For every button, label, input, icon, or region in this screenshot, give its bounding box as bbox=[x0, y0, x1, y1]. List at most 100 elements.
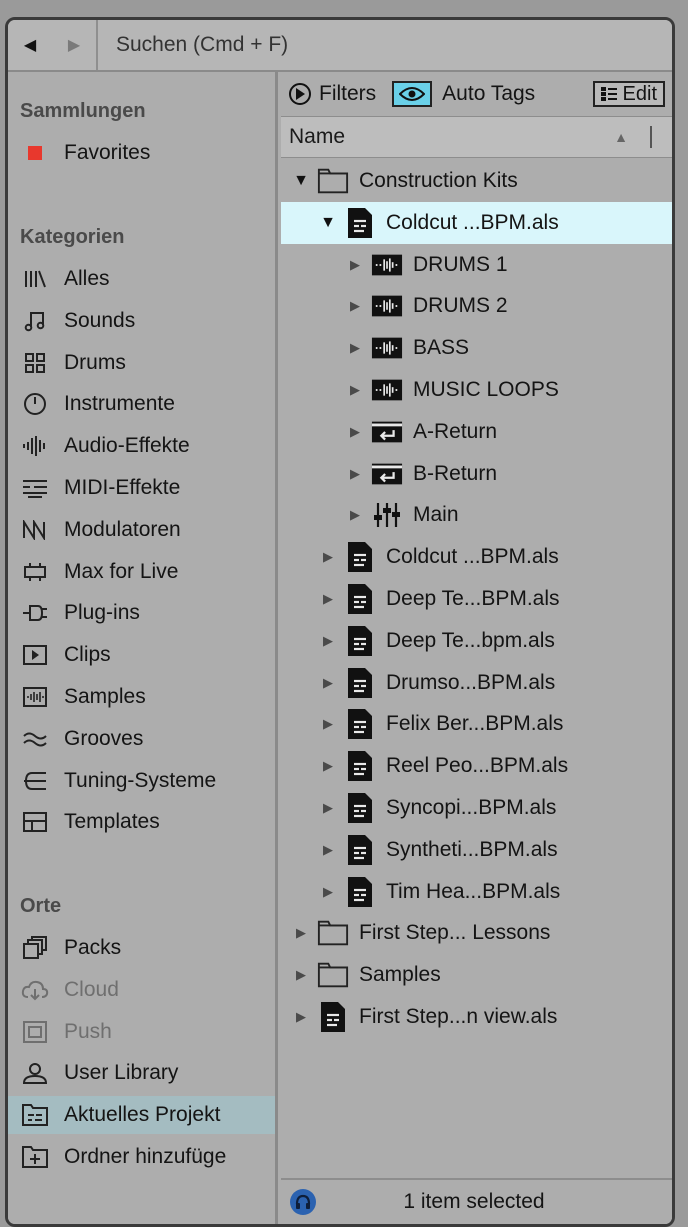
tree-row[interactable]: ▶ Main bbox=[281, 494, 672, 536]
sidebar-item-grooves[interactable]: Grooves bbox=[8, 720, 275, 758]
tree-row-label: Coldcut ...BPM.als bbox=[386, 210, 559, 234]
expand-arrow-icon[interactable]: ▶ bbox=[347, 382, 363, 398]
edit-button[interactable]: Edit bbox=[592, 81, 665, 107]
search-input[interactable]: Suchen (Cmd + F) bbox=[98, 20, 672, 70]
sidebar-item-midi-effekte[interactable]: MIDI-Effekte bbox=[8, 469, 275, 507]
expand-arrow-icon[interactable]: ▶ bbox=[320, 675, 336, 691]
browser-toolbar: Filters Auto Tags Edit bbox=[281, 72, 672, 117]
tree-row[interactable]: ▶ Tim Hea...BPM.als bbox=[281, 871, 672, 913]
tree-row[interactable]: ▶ Deep Te...BPM.als bbox=[281, 578, 672, 620]
tree-row[interactable]: ▶ DRUMS 2 bbox=[281, 285, 672, 327]
tree-row[interactable]: ▶ DRUMS 1 bbox=[281, 244, 672, 286]
sidebar-item-label: Aktuelles Projekt bbox=[64, 1103, 221, 1127]
tree-row[interactable]: ▶ First Step...n view.als bbox=[281, 996, 672, 1038]
tree-row[interactable]: ▶ BASS bbox=[281, 327, 672, 369]
sidebar-item-samples[interactable]: Samples bbox=[8, 678, 275, 716]
expand-arrow-icon[interactable]: ▶ bbox=[347, 507, 363, 523]
sidebar-item-cloud[interactable]: Cloud bbox=[8, 971, 275, 1009]
sidebar-item-modulatoren[interactable]: Modulatoren bbox=[8, 511, 275, 549]
tree-row[interactable]: ▶ MUSIC LOOPS bbox=[281, 369, 672, 411]
filters-button[interactable]: Filters bbox=[289, 82, 376, 106]
expand-arrow-icon[interactable]: ▶ bbox=[320, 884, 336, 900]
sidebar-item-favorites[interactable]: Favorites bbox=[8, 134, 275, 172]
sidebar-item-label: Packs bbox=[64, 936, 122, 959]
tree-row-label: DRUMS 2 bbox=[413, 294, 508, 318]
sidebar-item-ordner-hinzuf-ge[interactable]: Ordner hinzufüge bbox=[8, 1138, 275, 1176]
max-icon bbox=[20, 561, 50, 583]
expand-arrow-icon[interactable]: ▶ bbox=[320, 800, 336, 816]
expand-arrow-icon[interactable]: ▶ bbox=[347, 340, 363, 356]
sidebar-item-plug-ins[interactable]: Plug-ins bbox=[8, 594, 275, 632]
sidebar-item-push[interactable]: Push bbox=[8, 1013, 275, 1051]
column-divider[interactable] bbox=[650, 126, 652, 148]
sidebar-item-templates[interactable]: Templates bbox=[8, 803, 275, 841]
sidebar-item-user-library[interactable]: User Library bbox=[8, 1054, 275, 1092]
tree-row[interactable]: ▶ Drumso...BPM.als bbox=[281, 662, 672, 704]
sidebar-item-sounds[interactable]: Sounds bbox=[8, 302, 275, 340]
cloud-icon bbox=[20, 979, 50, 1001]
column-header[interactable]: Name ▲ bbox=[281, 117, 672, 158]
collapse-arrow-icon[interactable]: ▼ bbox=[320, 214, 336, 232]
sidebar-item-drums[interactable]: Drums bbox=[8, 344, 275, 382]
collapse-arrow-icon[interactable]: ▼ bbox=[293, 172, 309, 190]
expand-arrow-icon[interactable]: ▶ bbox=[320, 842, 336, 858]
waveform-icon bbox=[20, 435, 50, 457]
sidebar-item-clips[interactable]: Clips bbox=[8, 636, 275, 674]
expand-arrow-icon[interactable]: ▶ bbox=[320, 758, 336, 774]
history-nav: ◀ ▶ bbox=[8, 20, 98, 70]
tree-row[interactable]: ▶ First Step... Lessons bbox=[281, 912, 672, 954]
edit-label: Edit bbox=[622, 82, 657, 105]
sidebar-item-label: Alles bbox=[64, 267, 110, 290]
expand-arrow-icon[interactable]: ▶ bbox=[320, 716, 336, 732]
tree-row[interactable]: ▶ Syncopi...BPM.als bbox=[281, 787, 672, 829]
tree-row-label: First Step... Lessons bbox=[359, 921, 551, 945]
project-folder-icon bbox=[20, 1103, 50, 1127]
tree-row[interactable]: ▶ Felix Ber...BPM.als bbox=[281, 703, 672, 745]
forward-icon[interactable]: ▶ bbox=[52, 20, 96, 70]
tree-row[interactable]: ▶ A-Return bbox=[281, 411, 672, 453]
tree-row[interactable]: ▼ Construction Kits bbox=[281, 160, 672, 202]
sidebar-item-instrumente[interactable]: Instrumente bbox=[8, 385, 275, 423]
sidebar-item-tuning-systeme[interactable]: Tuning-Systeme bbox=[8, 762, 275, 800]
expand-arrow-icon[interactable]: ▶ bbox=[320, 549, 336, 565]
expand-arrow-icon[interactable]: ▶ bbox=[347, 466, 363, 482]
audio-track-icon bbox=[371, 251, 403, 279]
sidebar-item-packs[interactable]: Packs bbox=[8, 929, 275, 967]
tree-row[interactable]: ▶ Coldcut ...BPM.als bbox=[281, 536, 672, 578]
tree-row[interactable]: ▶ Reel Peo...BPM.als bbox=[281, 745, 672, 787]
sidebar-item-alles[interactable]: Alles bbox=[8, 260, 275, 298]
sidebar-item-label: Modulatoren bbox=[64, 517, 181, 541]
expand-arrow-icon[interactable]: ▶ bbox=[347, 298, 363, 314]
status-text: 1 item selected bbox=[403, 1190, 545, 1213]
auto-tags-toggle[interactable] bbox=[392, 81, 433, 107]
clip-play-icon bbox=[20, 644, 50, 666]
expand-arrow-icon[interactable]: ▶ bbox=[320, 633, 336, 649]
tree-row-label: Construction Kits bbox=[359, 169, 518, 192]
sidebar-item-max-for-live[interactable]: Max for Live bbox=[8, 553, 275, 591]
expand-arrow-icon[interactable]: ▶ bbox=[347, 424, 363, 440]
expand-arrow-icon[interactable]: ▶ bbox=[293, 925, 309, 941]
sidebar-item-label: Cloud bbox=[64, 977, 119, 1001]
expand-arrow-icon[interactable]: ▶ bbox=[347, 257, 363, 273]
expand-arrow-icon[interactable]: ▶ bbox=[293, 967, 309, 983]
tree-row-selected[interactable]: ▼ Coldcut ...BPM.als bbox=[281, 201, 672, 244]
tree-row-label: First Step...n view.als bbox=[359, 1005, 558, 1028]
back-icon[interactable]: ◀ bbox=[8, 20, 52, 70]
sidebar-item-label: Tuning-Systeme bbox=[64, 768, 217, 792]
tree-row-label: A-Return bbox=[413, 419, 498, 443]
tree-row[interactable]: ▶ Syntheti...BPM.als bbox=[281, 829, 672, 871]
tree-row-label: Main bbox=[413, 503, 459, 527]
expand-arrow-icon[interactable]: ▶ bbox=[293, 1009, 309, 1025]
tree-row[interactable]: ▶ B-Return bbox=[281, 453, 672, 495]
all-icon bbox=[20, 269, 50, 289]
expand-arrow-icon[interactable]: ▶ bbox=[320, 591, 336, 607]
tree-row[interactable]: ▶ Deep Te...bpm.als bbox=[281, 620, 672, 662]
help-icon[interactable] bbox=[290, 1189, 316, 1215]
tree-row[interactable]: ▶ Samples bbox=[281, 954, 672, 996]
sidebar-item-aktuelles-projekt[interactable]: Aktuelles Projekt bbox=[8, 1096, 275, 1135]
tree-row-label: Reel Peo...BPM.als bbox=[386, 754, 569, 778]
sidebar-item-label: Samples bbox=[64, 685, 146, 708]
sidebar-item-audio-effekte[interactable]: Audio-Effekte bbox=[8, 427, 275, 465]
sort-ascending-icon[interactable]: ▲ bbox=[614, 129, 628, 145]
sidebar-item-label: User Library bbox=[64, 1061, 179, 1085]
